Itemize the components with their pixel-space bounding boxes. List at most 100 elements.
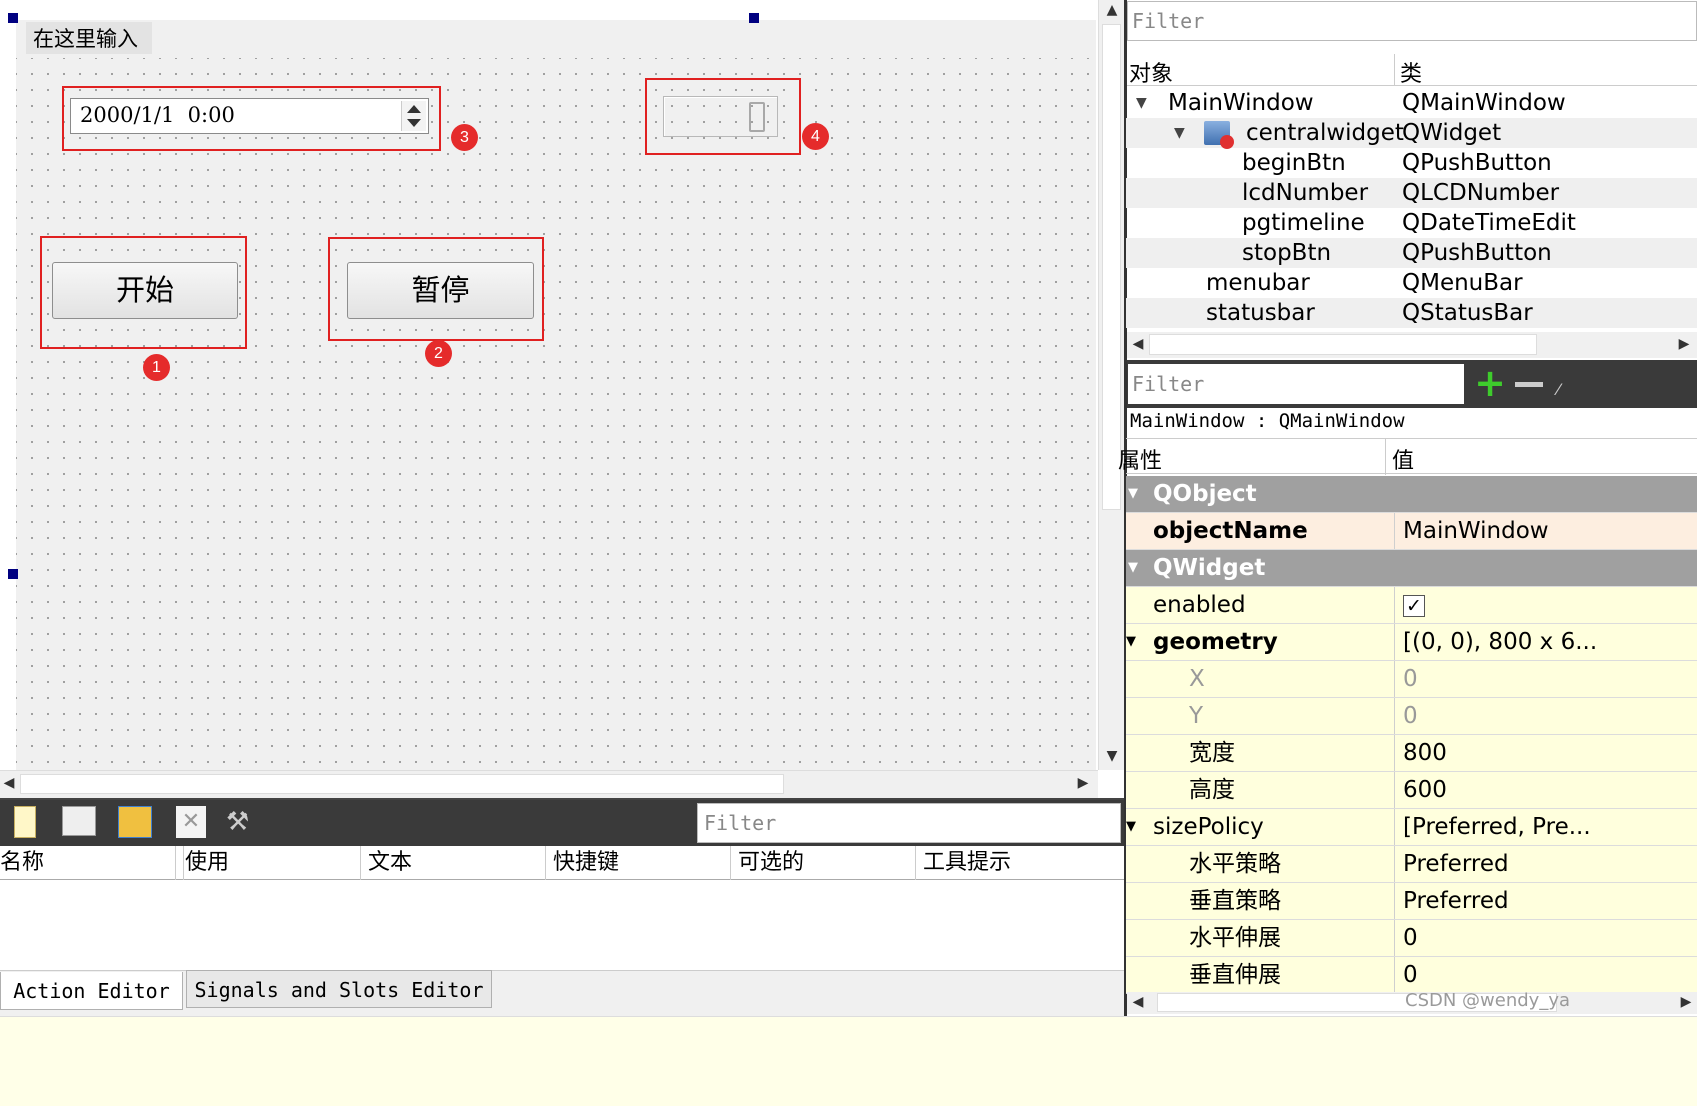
pgtimeline-datetime-edit[interactable]: 2000/1/1 0:00 [70,98,429,134]
scroll-right-icon[interactable]: ▶ [1677,994,1695,1010]
form-canvas[interactable] [16,58,1096,770]
object-class: QDateTimeEdit [1402,210,1576,236]
spin-up-icon[interactable] [407,105,421,113]
add-property-icon[interactable]: + [1470,364,1510,404]
scroll-right-icon[interactable]: ▶ [1074,775,1092,791]
configure-icon[interactable]: ⁄ [1557,380,1571,399]
selection-handle[interactable] [8,569,18,579]
group-qobject[interactable]: ▼ QObject [1126,476,1697,513]
object-name: beginBtn [1242,150,1346,176]
objectname-value[interactable]: MainWindow [1394,513,1697,549]
vpolicy-value[interactable]: Preferred [1394,883,1697,919]
object-tree-row[interactable]: menubar QMenuBar [1126,268,1697,298]
scroll-up-icon[interactable]: ▲ [1099,2,1125,18]
property-y[interactable]: Y 0 [1126,698,1697,735]
object-tree-row[interactable]: lcdNumber QLCDNumber [1126,178,1697,208]
scroll-thumb-h[interactable] [20,774,784,794]
lcd-number[interactable] [663,96,778,137]
begin-button[interactable]: 开始 [52,262,238,319]
geometry-value[interactable]: [(0, 0), 800 x 6... [1394,624,1697,660]
column-header[interactable]: 快捷键 [553,846,731,880]
datetime-spin-buttons[interactable] [401,101,426,131]
group-qwidget[interactable]: ▼ QWidget [1126,550,1697,587]
selection-handle[interactable] [8,13,18,23]
vstretch-value[interactable]: 0 [1394,957,1697,993]
x-value[interactable]: 0 [1394,661,1697,697]
object-tree-row[interactable]: pgtimeline QDateTimeEdit [1126,208,1697,238]
property-width[interactable]: 宽度 800 [1126,735,1697,772]
remove-property-icon[interactable] [1515,382,1543,387]
column-header-property[interactable]: 属性 [1118,443,1162,475]
property-vertical-stretch[interactable]: 垂直伸展 0 [1126,957,1697,994]
copy-action-icon[interactable] [62,806,96,836]
collapse-arrow-icon[interactable]: ▼ [1128,550,1138,586]
property-objectname[interactable]: objectName MainWindow [1126,513,1697,550]
object-tree-row[interactable]: ▼ MainWindow QMainWindow [1126,88,1697,118]
column-header-value[interactable]: 值 [1392,443,1414,475]
property-geometry[interactable]: ▼ geometry [(0, 0), 800 x 6... [1126,624,1697,661]
property-enabled[interactable]: enabled ✓ [1126,587,1697,624]
hpolicy-value[interactable]: Preferred [1394,846,1697,882]
height-value[interactable]: 600 [1394,772,1697,808]
object-class: QMenuBar [1402,270,1523,296]
menubar-type-here[interactable]: 在这里输入 [26,22,152,54]
form-vertical-scrollbar[interactable]: ▲ ▼ [1098,0,1124,770]
configure-wrench-icon[interactable]: ⚒ [226,804,266,840]
expand-arrow-icon[interactable]: ▼ [1136,88,1147,118]
collapse-arrow-icon[interactable]: ▼ [1126,624,1136,660]
object-filter-input[interactable]: Filter [1127,1,1697,41]
column-header[interactable]: 工具提示 [923,846,1123,880]
property-horizontal-stretch[interactable]: 水平伸展 0 [1126,920,1697,957]
column-header[interactable]: 名称 [0,846,176,880]
scroll-thumb[interactable] [1102,24,1121,510]
property-height[interactable]: 高度 600 [1126,772,1697,809]
watermark: CSDN @wendy_ya [1405,990,1571,1011]
form-horizontal-scrollbar[interactable]: ◀ ▶ [0,770,1098,798]
width-value[interactable]: 800 [1394,735,1697,771]
object-tree-hscrollbar[interactable]: ◀ ▶ [1127,332,1697,358]
column-header[interactable]: 使用 [183,846,361,880]
column-header-class[interactable]: 类 [1400,56,1422,88]
property-horizontal-policy[interactable]: 水平策略 Preferred [1126,846,1697,883]
collapse-arrow-icon[interactable]: ▼ [1128,476,1138,512]
action-filter-input[interactable]: Filter [697,803,1121,843]
pause-button[interactable]: 暂停 [347,262,534,319]
property-sizepolicy[interactable]: ▼ sizePolicy [Preferred, Pre... [1126,809,1697,846]
enabled-checkbox[interactable]: ✓ [1403,595,1425,617]
object-tree-row[interactable]: stopBtn QPushButton [1126,238,1697,268]
sizepolicy-value[interactable]: [Preferred, Pre... [1394,809,1697,845]
hstretch-value[interactable]: 0 [1394,920,1697,956]
scroll-left-icon[interactable]: ◀ [1129,994,1147,1010]
spin-down-icon[interactable] [407,119,421,127]
property-context-label: MainWindow : QMainWindow [1130,410,1405,432]
scroll-left-icon[interactable]: ◀ [0,775,18,791]
paste-action-icon[interactable] [118,806,152,838]
tab-signals-slots-editor[interactable]: Signals and Slots Editor [186,970,492,1008]
column-header-object[interactable]: 对象 [1129,56,1173,88]
object-tree-row[interactable]: ▼ centralwidget QWidget [1126,118,1697,149]
scroll-left-icon[interactable]: ◀ [1129,336,1147,352]
property-table-header: 属性 值 [1118,438,1697,475]
new-action-icon[interactable] [14,806,36,838]
expand-arrow-icon[interactable]: ▼ [1174,118,1185,148]
object-tree-row[interactable]: beginBtn QPushButton [1126,148,1697,178]
y-value[interactable]: 0 [1394,698,1697,734]
delete-action-icon[interactable]: ✕ [176,806,206,838]
lcd-digit-0 [749,102,765,132]
selection-handle[interactable] [749,13,759,23]
scroll-thumb-h[interactable] [1149,334,1537,355]
collapse-arrow-icon[interactable]: ▼ [1126,809,1136,845]
object-name: statusbar [1206,300,1315,326]
column-header[interactable]: 可选的 [738,846,916,880]
property-vertical-policy[interactable]: 垂直策略 Preferred [1126,883,1697,920]
object-name: MainWindow [1168,90,1314,116]
form-menubar[interactable]: 在这里输入 [16,20,1096,58]
scroll-right-icon[interactable]: ▶ [1675,336,1693,352]
object-table-header: 对象 类 [1127,54,1697,88]
scroll-down-icon[interactable]: ▼ [1099,748,1125,764]
property-x[interactable]: X 0 [1126,661,1697,698]
property-filter-input[interactable]: Filter [1128,364,1464,404]
object-tree-row[interactable]: statusbar QStatusBar [1126,298,1697,328]
column-header[interactable]: 文本 [368,846,546,880]
tab-action-editor[interactable]: Action Editor [0,972,183,1010]
